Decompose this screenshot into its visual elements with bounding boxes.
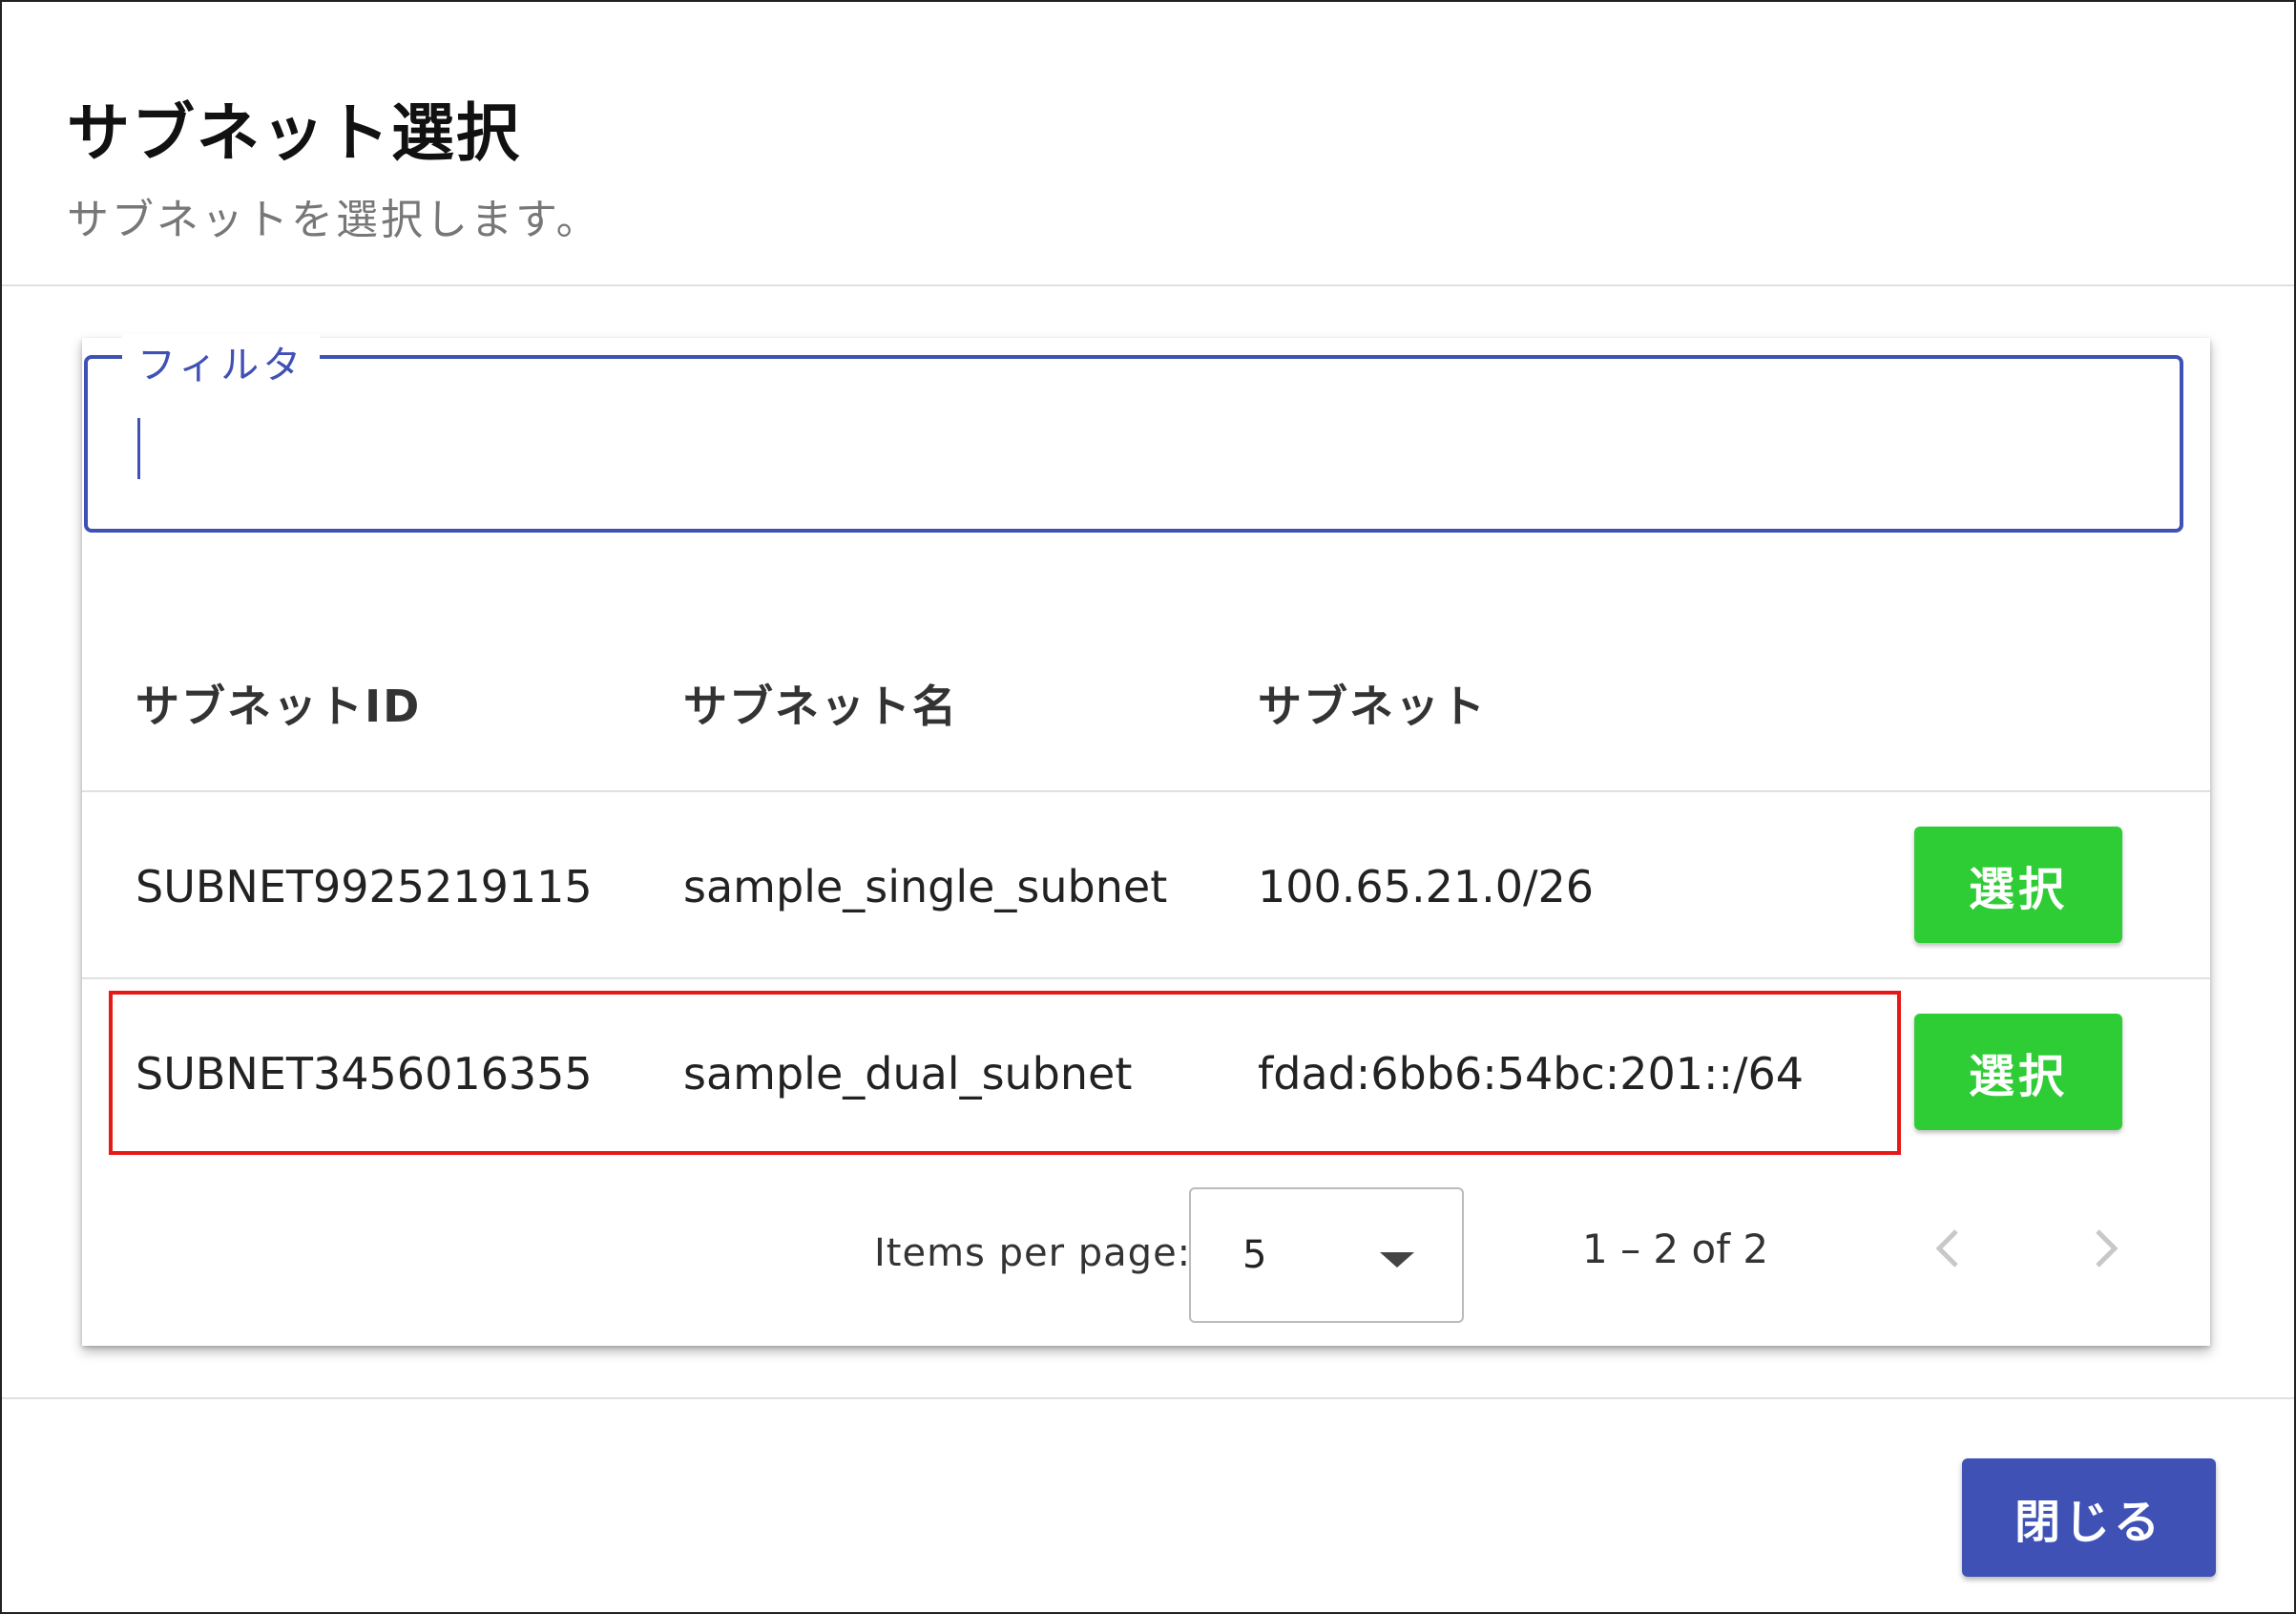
column-header-subnet-name[interactable]: サブネット名 [683,672,958,735]
row-2-select-button[interactable]: 選択 [1914,1014,2122,1130]
dialog-title: サブネット選択 [67,96,521,170]
items-per-page-label: Items per page: [874,1231,1192,1275]
footer-divider [2,1397,2294,1399]
subnet-select-dialog: サブネット選択 サブネットを選択します。 フィルタ サブネットID サブネット名… [0,0,2296,1614]
items-per-page-select[interactable]: 5 [1189,1187,1464,1323]
subnet-table-card: フィルタ サブネットID サブネット名 サブネット SUBNET99252191… [82,334,2210,1346]
filter-label: フィルタ [122,334,321,389]
column-header-subnet-id[interactable]: サブネットID [136,672,421,735]
row-1-subnet: 100.65.21.0/26 [1258,861,1595,912]
text-cursor [137,418,140,479]
row-2-highlight-box [109,991,1901,1155]
paginator-range-label: 1 – 2 of 2 [1582,1226,1769,1272]
dropdown-arrow-icon [1380,1252,1414,1268]
items-per-page-value: 5 [1242,1233,1267,1277]
close-button[interactable]: 閉じる [1962,1458,2216,1577]
filter-field[interactable]: フィルタ [84,334,2183,533]
header-row-divider [82,790,2210,792]
dialog-subtitle: サブネットを選択します。 [67,196,601,244]
row-1-subnet-id: SUBNET9925219115 [136,861,593,912]
row-1-select-button[interactable]: 選択 [1914,827,2122,943]
column-header-subnet[interactable]: サブネット [1258,672,1487,735]
chevron-right-icon[interactable] [2077,1220,2134,1277]
header-divider [2,284,2294,286]
row-1-subnet-name: sample_single_subnet [683,861,1168,912]
row-1-divider [82,977,2210,979]
chevron-left-icon[interactable] [1920,1220,1977,1277]
